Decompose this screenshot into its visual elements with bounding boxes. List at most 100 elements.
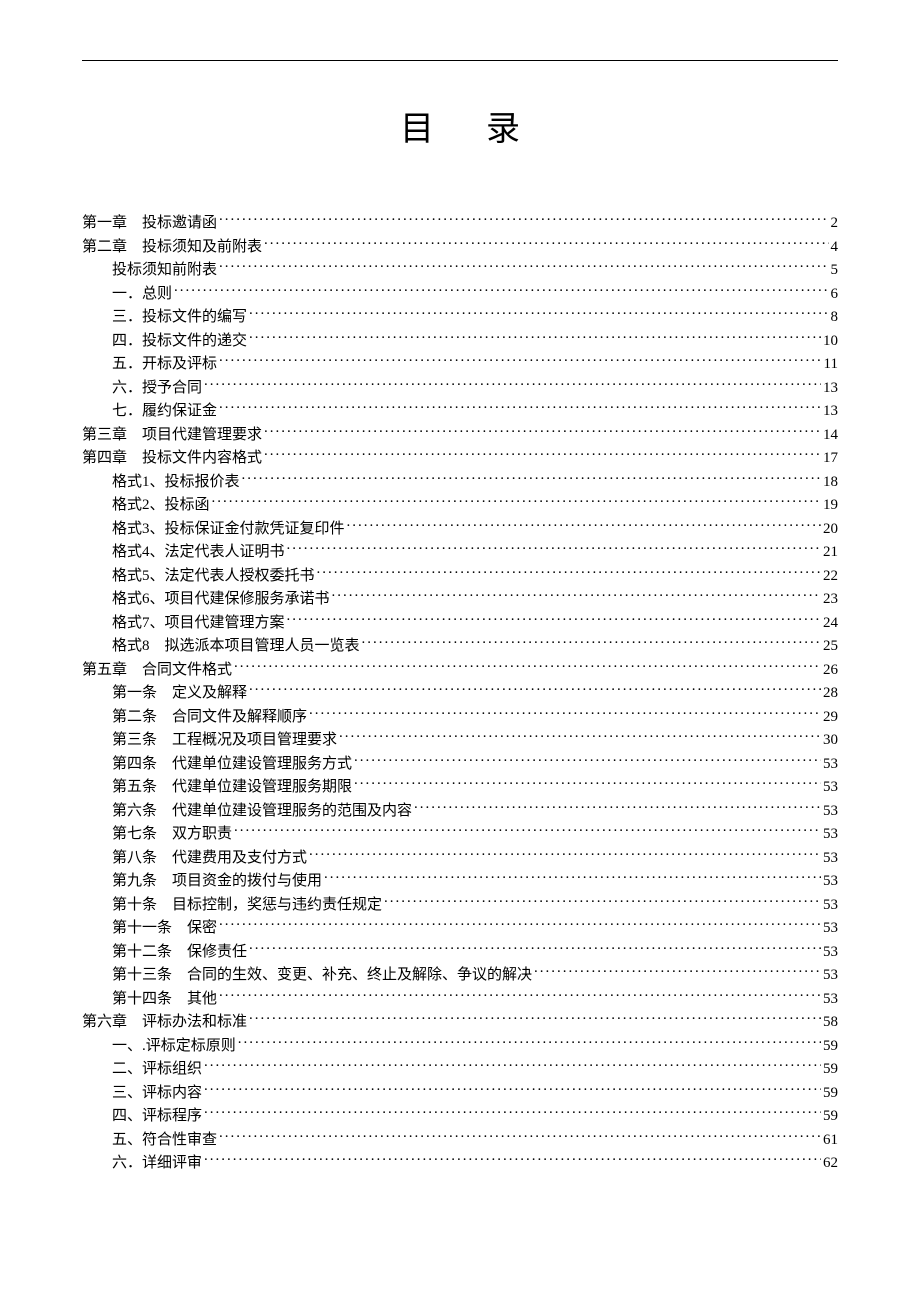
toc-entry-label: 第五章 合同文件格式	[82, 660, 232, 681]
toc-leader-dots	[204, 377, 821, 392]
toc-entry-page: 25	[823, 636, 838, 657]
toc-entry: 六．详细评审62	[82, 1152, 838, 1174]
toc-entry: 第二章 投标须知及前附表 4	[82, 236, 838, 258]
toc-entry: 第四章 投标文件内容格式17	[82, 447, 838, 469]
toc-entry-page: 59	[823, 1059, 838, 1080]
toc-leader-dots	[414, 800, 821, 815]
toc-entry: 格式3、投标保证金付款凭证复印件20	[82, 518, 838, 540]
document-page: 目录 第一章 投标邀请函2第二章 投标须知及前附表4投标须知前附表5一．总则6三…	[0, 0, 920, 1236]
toc-leader-dots	[309, 847, 821, 862]
toc-entry-label: 一、.评标定标原则	[112, 1036, 236, 1057]
toc-leader-dots	[332, 588, 821, 603]
toc-entry: 第五条 代建单位建设管理服务期限53	[82, 776, 838, 798]
toc-entry: 七．履约保证金13	[82, 400, 838, 422]
toc-entry-label: 第二章 投标须知及前附表	[82, 237, 262, 258]
toc-entry: 五、符合性审查 61	[82, 1129, 838, 1151]
toc-leader-dots	[219, 988, 821, 1003]
toc-entry-page: 18	[823, 472, 838, 493]
toc-entry: 第十三条 合同的生效、变更、补充、终止及解除、争议的解决53	[82, 964, 838, 986]
toc-entry-page: 4	[831, 237, 839, 258]
toc-leader-dots	[317, 565, 821, 580]
toc-entry-page: 62	[823, 1153, 838, 1174]
toc-leader-dots	[219, 212, 828, 227]
toc-entry-label: 投标须知前附表	[112, 260, 217, 281]
toc-entry-label: 七．履约保证金	[112, 401, 217, 422]
toc-entry-page: 53	[823, 824, 838, 845]
toc-leader-dots	[339, 729, 821, 744]
toc-entry: 第三章 项目代建管理要求14	[82, 424, 838, 446]
toc-leader-dots	[384, 894, 821, 909]
toc-entry: 第十条 目标控制，奖惩与违约责任规定53	[82, 894, 838, 916]
toc-entry-label: 四、评标程序	[112, 1106, 202, 1127]
toc-entry: 第五章 合同文件格式 26	[82, 659, 838, 681]
toc-entry-page: 53	[823, 871, 838, 892]
toc-leader-dots	[354, 776, 821, 791]
toc-entry-label: 格式7、项目代建管理方案	[112, 613, 285, 634]
toc-entry-label: 第四条 代建单位建设管理服务方式	[112, 754, 352, 775]
toc-entry-page: 53	[823, 848, 838, 869]
toc-leader-dots	[249, 682, 821, 697]
toc-entry-label: 第四章 投标文件内容格式	[82, 448, 262, 469]
toc-entry-page: 59	[823, 1106, 838, 1127]
toc-leader-dots	[354, 753, 821, 768]
toc-entry: 第二条 合同文件及解释顺序29	[82, 706, 838, 728]
toc-entry-label: 格式4、法定代表人证明书	[112, 542, 285, 563]
header-rule	[82, 60, 838, 61]
toc-leader-dots	[219, 917, 821, 932]
toc-entry-label: 第七条 双方职责	[112, 824, 232, 845]
toc-entry-label: 三．投标文件的编写	[112, 307, 247, 328]
toc-entry-page: 53	[823, 754, 838, 775]
toc-entry-page: 53	[823, 942, 838, 963]
toc-entry-page: 21	[823, 542, 838, 563]
toc-leader-dots	[264, 236, 828, 251]
toc-entry-page: 28	[823, 683, 838, 704]
toc-entry-label: 第九条 项目资金的拨付与使用	[112, 871, 322, 892]
toc-entry: 四、评标程序 59	[82, 1105, 838, 1127]
toc-entry-label: 第六条 代建单位建设管理服务的范围及内容	[112, 801, 412, 822]
toc-entry-page: 58	[823, 1012, 838, 1033]
toc-entry-label: 第三条 工程概况及项目管理要求	[112, 730, 337, 751]
toc-entry: 二、评标组织59	[82, 1058, 838, 1080]
toc-entry: 五．开标及评标11	[82, 353, 838, 375]
toc-entry-page: 53	[823, 777, 838, 798]
toc-entry-label: 第十四条 其他	[112, 989, 217, 1010]
toc-leader-dots	[309, 706, 821, 721]
toc-entry-page: 26	[823, 660, 838, 681]
toc-leader-dots	[204, 1058, 821, 1073]
toc-leader-dots	[249, 1011, 821, 1026]
toc-leader-dots	[219, 259, 828, 274]
toc-entry-label: 第一章 投标邀请函	[82, 213, 217, 234]
toc-entry: 第四条 代建单位建设管理服务方式 53	[82, 753, 838, 775]
toc-entry-page: 30	[823, 730, 838, 751]
toc-entry-page: 59	[823, 1083, 838, 1104]
toc-leader-dots	[287, 612, 821, 627]
toc-leader-dots	[347, 518, 821, 533]
toc-entry: 投标须知前附表 5	[82, 259, 838, 281]
toc-entry: 第十一条 保密 53	[82, 917, 838, 939]
toc-entry: 格式5、法定代表人授权委托书22	[82, 565, 838, 587]
toc-entry: 格式7、项目代建管理方案 24	[82, 612, 838, 634]
toc-leader-dots	[238, 1035, 821, 1050]
toc-leader-dots	[249, 306, 828, 321]
toc-entry-page: 53	[823, 965, 838, 986]
toc-entry-page: 10	[823, 331, 838, 352]
toc-entry: 第九条 项目资金的拨付与使用 53	[82, 870, 838, 892]
toc-entry-label: 第十一条 保密	[112, 918, 217, 939]
toc-entry-label: 五、符合性审查	[112, 1130, 217, 1151]
toc-entry: 一、.评标定标原则59	[82, 1035, 838, 1057]
toc-entry-label: 格式1、投标报价表	[112, 472, 240, 493]
toc-leader-dots	[204, 1105, 821, 1120]
toc-entry-page: 61	[823, 1130, 838, 1151]
toc-entry-page: 22	[823, 566, 838, 587]
toc-entry-label: 一．总则	[112, 284, 172, 305]
toc-leader-dots	[234, 659, 821, 674]
toc-entry: 格式8 拟选派本项目管理人员一览表25	[82, 635, 838, 657]
toc-entry: 第六条 代建单位建设管理服务的范围及内容53	[82, 800, 838, 822]
toc-entry: 格式2、投标函19	[82, 494, 838, 516]
toc-leader-dots	[264, 447, 821, 462]
toc-entry-label: 第六章 评标办法和标准	[82, 1012, 247, 1033]
toc-entry-page: 24	[823, 613, 838, 634]
toc-entry-page: 19	[823, 495, 838, 516]
toc-entry-page: 5	[831, 260, 839, 281]
toc-entry-page: 53	[823, 918, 838, 939]
